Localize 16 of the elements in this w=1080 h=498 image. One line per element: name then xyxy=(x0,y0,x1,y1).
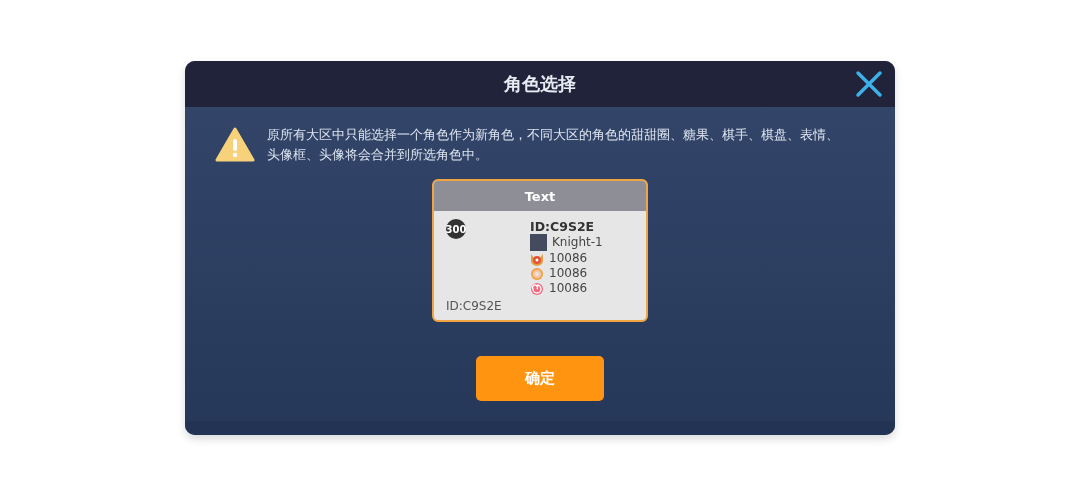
notice-text: 原所有大区中只能选择一个角色作为新角色，不同大区的角色的甜甜圈、糖果、棋手、棋盘、表情、头像框、头像将会合并到所选角色中。 xyxy=(267,126,840,164)
stat-value: 10086 xyxy=(549,266,588,281)
stat-value: 10086 xyxy=(549,281,588,296)
close-button[interactable] xyxy=(855,70,883,98)
character-id: ID:C9S2E xyxy=(530,219,596,234)
card-header: Text xyxy=(434,181,646,211)
donut-icon xyxy=(530,266,544,281)
character-card[interactable]: Text 300 ID:C9S2E ID:C9S2E Knight-1 10086 10086 10086 xyxy=(432,179,648,322)
warning-icon xyxy=(215,127,255,163)
avatar-icon xyxy=(530,234,547,251)
character-name: Knight-1 xyxy=(552,235,603,250)
level-badge: 300 xyxy=(446,219,466,239)
id-label: ID:C9S2E xyxy=(446,299,503,314)
dialog-title: 角色选择 xyxy=(504,72,576,96)
candy-icon xyxy=(530,281,544,296)
stat-value: 10086 xyxy=(549,251,588,266)
